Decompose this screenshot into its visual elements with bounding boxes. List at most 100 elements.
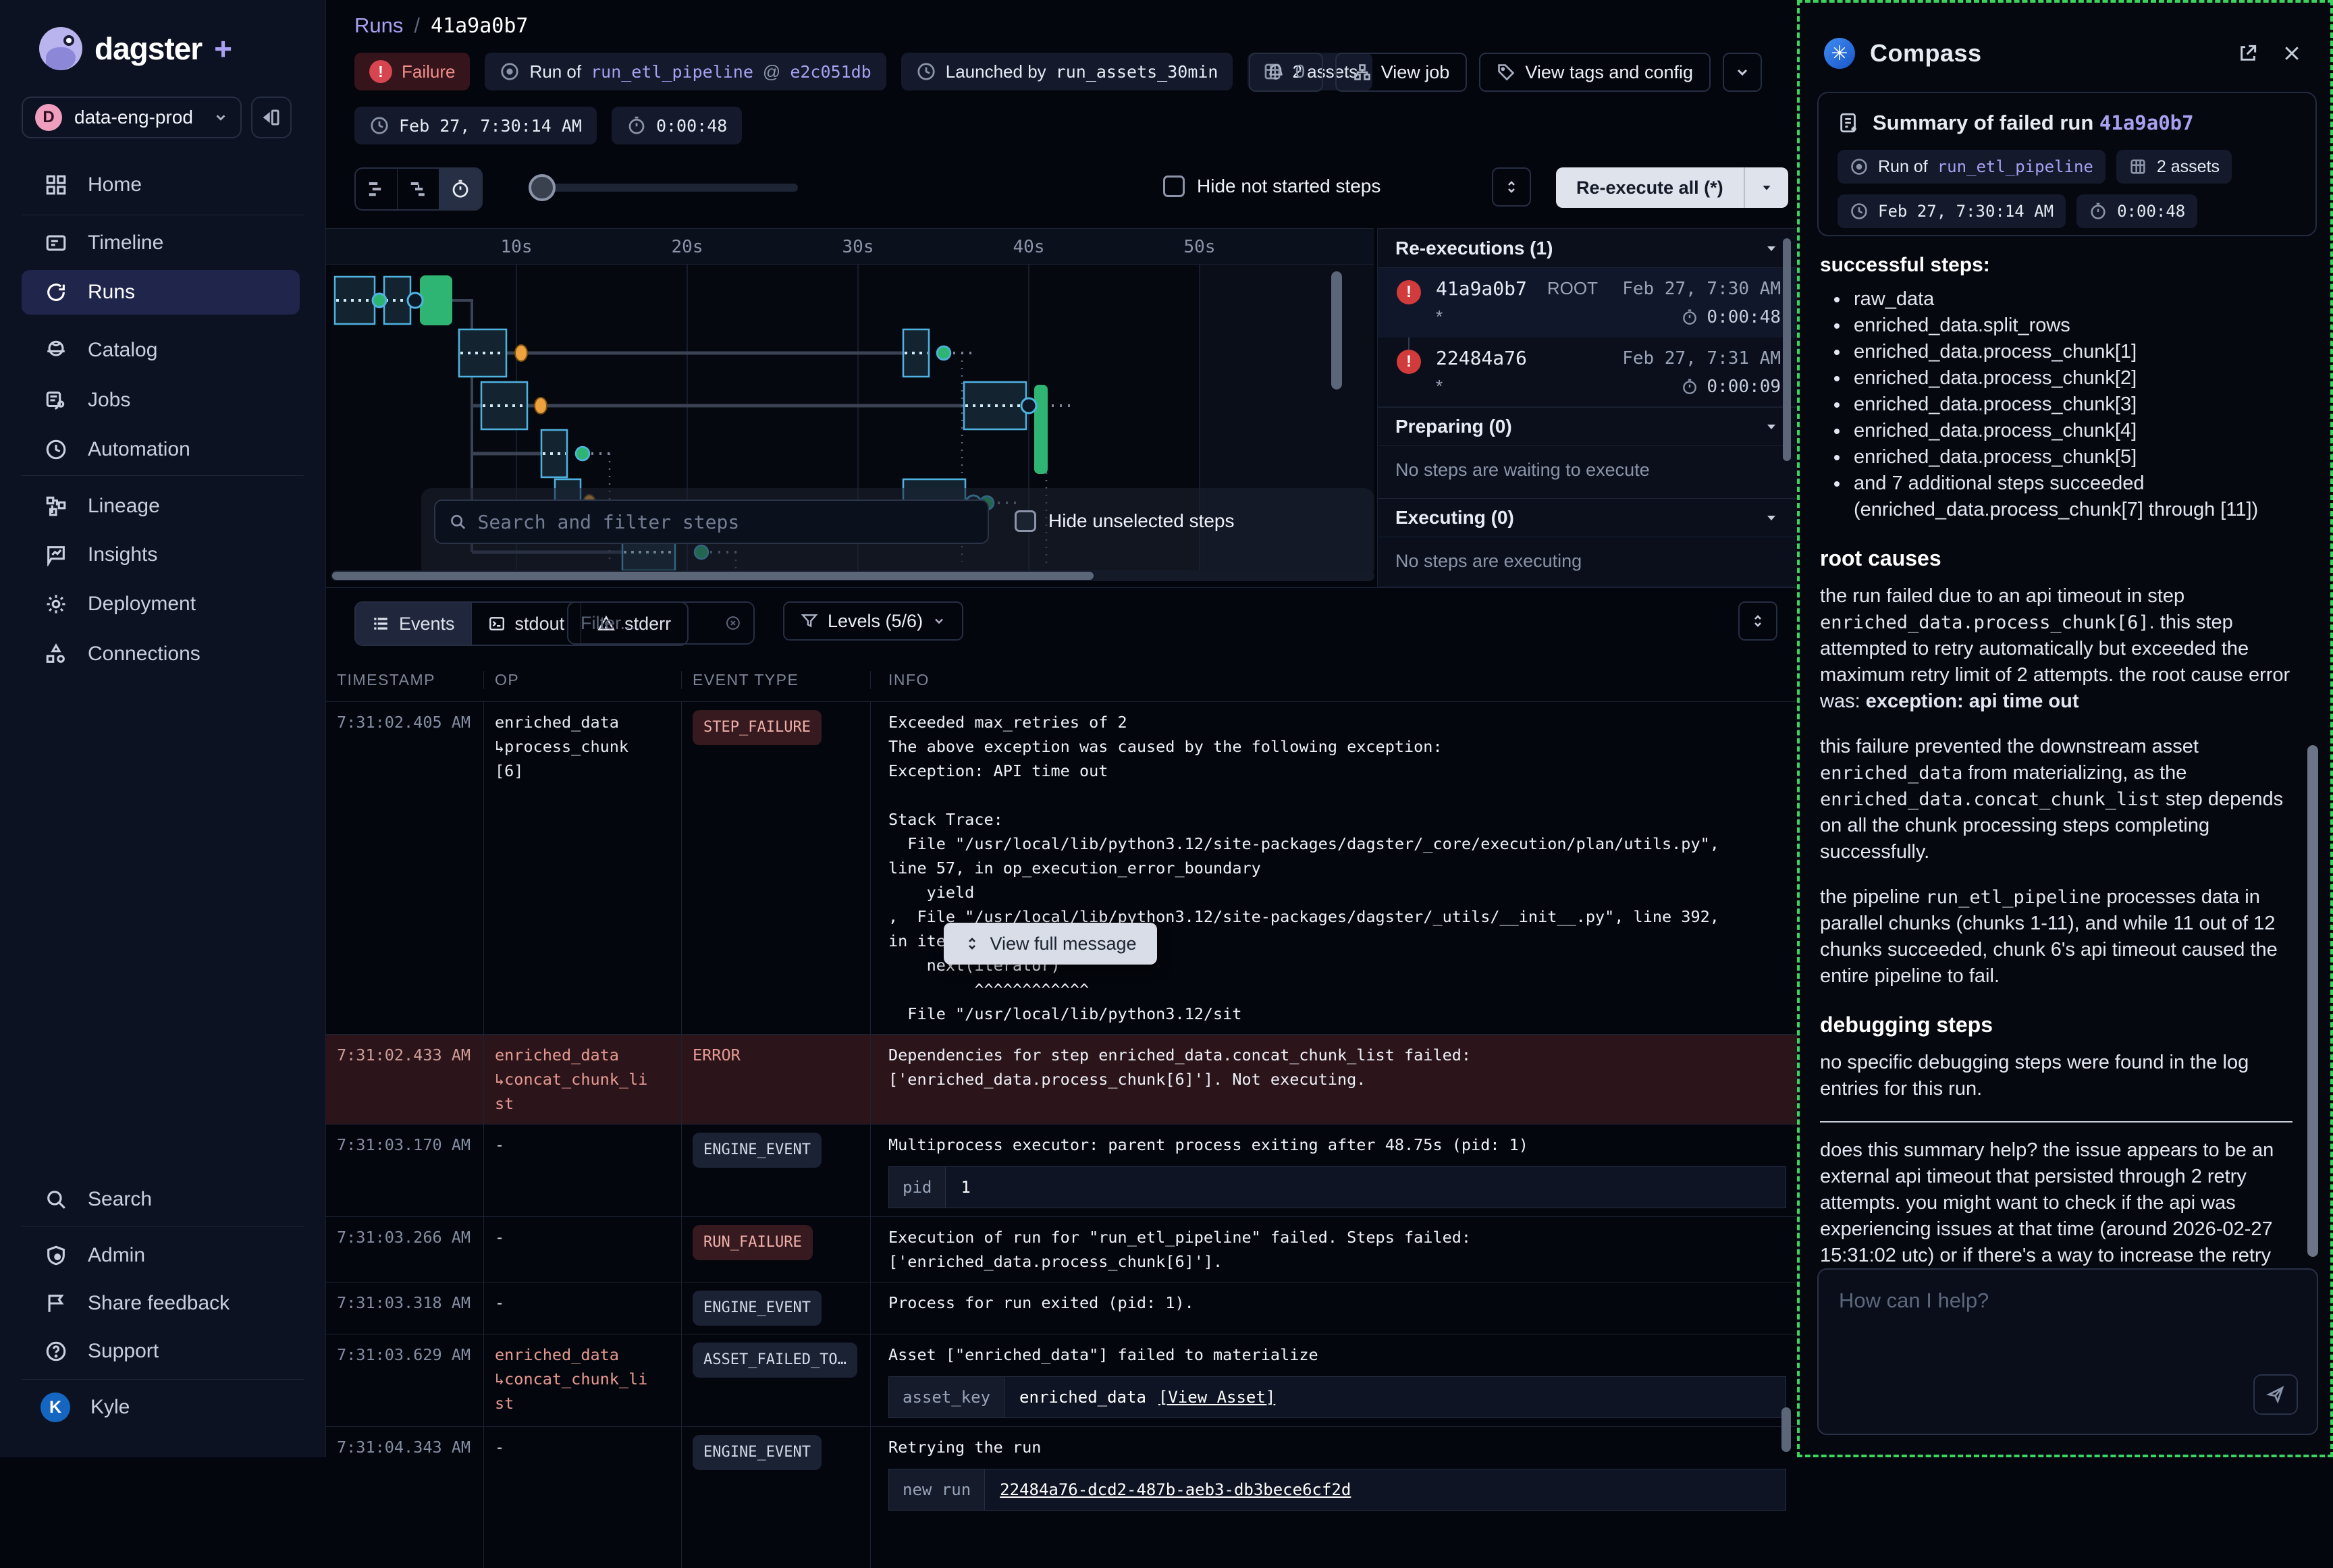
expand-logs-button[interactable] [1738, 601, 1777, 641]
breadcrumb-runs-link[interactable]: Runs [354, 13, 403, 38]
chevron-down-icon [932, 614, 946, 628]
table-row[interactable]: 7:31:03.318 AM - ENGINE_EVENT Process fo… [326, 1282, 1797, 1334]
sidebar-item-home[interactable]: Home [22, 163, 300, 207]
catalog-icon [45, 339, 68, 362]
sidebar-item-connections[interactable]: Connections [22, 632, 300, 676]
search-icon [449, 512, 466, 531]
hide-unselected-checkbox-row[interactable]: Hide unselected steps [1015, 510, 1235, 532]
expand-panel-button[interactable] [1492, 167, 1531, 207]
sidebar-item-jobs[interactable]: Jobs [22, 378, 300, 423]
gantt-vertical-scrollbar[interactable] [1331, 271, 1342, 389]
view-timed-button[interactable] [439, 169, 481, 209]
reexecute-dropdown[interactable] [1744, 167, 1788, 208]
run-id[interactable]: 22484a76 [1436, 347, 1527, 369]
run-times-row: Feb 27, 7:30:14 AM 0:00:48 [354, 107, 742, 144]
sidebar-item-admin[interactable]: Admin [22, 1233, 300, 1278]
sidebar-item-label: Home [88, 173, 142, 196]
reexecutions-section-header[interactable]: Re-executions (1) [1378, 229, 1797, 268]
shield-icon [45, 1244, 68, 1267]
gantt-horizontal-scrollbar[interactable] [331, 570, 1374, 581]
sidebar-item-automation[interactable]: Automation [22, 427, 300, 472]
close-icon[interactable] [2278, 39, 2306, 67]
view-tags-config-button[interactable]: View tags and config [1479, 53, 1711, 92]
log-filter-box[interactable] [567, 601, 755, 645]
table-row[interactable]: 7:31:03.629 AM enriched_data↳concat_chun… [326, 1334, 1797, 1427]
events-scrollbar[interactable] [1781, 1407, 1791, 1452]
sidebar-item-runs[interactable]: Runs [22, 270, 300, 315]
tab-stdout[interactable]: stdout [472, 603, 582, 645]
commit-link[interactable]: e2c051db [790, 62, 871, 82]
run-steps-star: * [1436, 376, 1443, 397]
preparing-section-header[interactable]: Preparing (0) [1378, 407, 1797, 446]
event-type-badge: ENGINE_EVENT [693, 1435, 822, 1470]
sidebar-item-catalog[interactable]: Catalog [22, 328, 300, 373]
scrollbar-handle[interactable] [332, 572, 1094, 580]
step-search-box[interactable] [434, 499, 989, 544]
sidebar-item-insights[interactable]: Insights [22, 533, 300, 577]
sidebar-item-lineage[interactable]: Lineage [22, 484, 300, 529]
alerts-button[interactable]: 0 [1249, 53, 1323, 92]
sidebar-item-label: Search [88, 1188, 152, 1211]
sidebar-item-search[interactable]: Search [22, 1177, 300, 1222]
open-external-icon[interactable] [2233, 38, 2263, 68]
sidebar-item-deployment[interactable]: Deployment [22, 582, 300, 626]
funnel-icon [801, 612, 818, 630]
table-row[interactable]: 7:31:03.266 AM - RUN_FAILURE Execution o… [326, 1217, 1797, 1282]
executing-section-header[interactable]: Executing (0) [1378, 498, 1797, 537]
axis-tick: 20s [672, 237, 703, 257]
sidebar-item-timeline[interactable]: Timeline [22, 221, 300, 265]
zoom-slider-handle[interactable] [529, 174, 556, 201]
sidebar-collapse-button[interactable] [251, 97, 292, 138]
view-full-message-button[interactable]: View full message [944, 923, 1157, 965]
run-duration: 0:00:09 [1707, 377, 1781, 397]
view-flat-button[interactable] [356, 169, 398, 209]
hide-not-started-checkbox-row[interactable]: Hide not started steps [1163, 175, 1380, 197]
root-causes-paragraph: the run failed due to an api timeout in … [1820, 583, 2292, 715]
successful-steps-heading: successful steps: [1820, 254, 2292, 277]
sidebar-item-support[interactable]: Support [22, 1329, 300, 1374]
chat-input[interactable] [1839, 1289, 2257, 1370]
compass-scrollbar[interactable] [2307, 745, 2318, 1257]
reexecution-run-item[interactable]: ! 41a9a0b7 ROOT Feb 27, 7:30 AM * 0:00:4… [1378, 268, 1797, 337]
sidebar-item-user[interactable]: K Kyle [22, 1385, 300, 1430]
zoom-slider-track[interactable] [533, 184, 798, 192]
levels-filter-button[interactable]: Levels (5/6) [783, 601, 963, 641]
insights-icon [45, 543, 68, 566]
hide-not-started-checkbox[interactable] [1163, 175, 1185, 197]
clear-filter-icon[interactable] [725, 614, 741, 632]
org-selector[interactable]: D data-eng-prod [22, 97, 242, 138]
reexecute-all-label[interactable]: Re-execute all (*) [1556, 167, 1744, 208]
step-search-input[interactable] [477, 511, 974, 533]
table-row[interactable]: 7:31:03.170 AM - ENGINE_EVENT Multiproce… [326, 1125, 1797, 1217]
flat-list-icon [367, 179, 387, 199]
breadcrumb-run-id: 41a9a0b7 [431, 14, 529, 38]
sidebar-item-label: Jobs [88, 389, 130, 412]
event-type-badge: RUN_FAILURE [693, 1225, 813, 1260]
view-asset-link[interactable]: [View Asset] [1158, 1385, 1275, 1409]
sidebar-item-label: Admin [88, 1244, 145, 1267]
view-job-button[interactable]: View job [1335, 53, 1468, 92]
reexecute-all-split-button[interactable]: Re-execute all (*) [1556, 167, 1788, 208]
run-id[interactable]: 41a9a0b7 [1436, 277, 1527, 300]
event-type-badge: STEP_FAILURE [693, 710, 822, 745]
log-filter-input[interactable] [581, 613, 717, 634]
tab-events[interactable]: Events [356, 603, 472, 645]
hide-unselected-checkbox[interactable] [1015, 510, 1036, 532]
message-divider [1820, 1121, 2292, 1123]
pipeline-link[interactable]: run_etl_pipeline [591, 62, 753, 82]
table-row[interactable]: 7:31:02.405 AM enriched_data↳process_chu… [326, 702, 1797, 1035]
reexecutions-scrollbar[interactable] [1783, 238, 1791, 461]
view-waterfall-button[interactable] [398, 169, 439, 209]
sidebar-item-label: Lineage [88, 495, 160, 518]
org-name: data-eng-prod [74, 107, 201, 128]
table-row[interactable]: 7:31:04.343 AM - ENGINE_EVENT Retrying t… [326, 1427, 1797, 1568]
reexecution-run-item[interactable]: ! 22484a76 Feb 27, 7:31 AM * 0:00:09 [1378, 337, 1797, 407]
new-run-link[interactable]: 22484a76-dcd2-487b-aeb3-db3bece6cf2d [1000, 1478, 1351, 1502]
send-button[interactable] [2253, 1374, 2298, 1415]
table-row-highlighted[interactable]: 7:31:02.433 AM enriched_data↳concat_chun… [326, 1035, 1797, 1125]
compass-chat-box [1817, 1268, 2318, 1435]
more-actions-button[interactable] [1723, 53, 1762, 92]
sidebar-item-share-feedback[interactable]: Share feedback [22, 1281, 300, 1326]
pipeline-link[interactable]: run_etl_pipeline [1937, 157, 2093, 176]
stopwatch-icon [450, 179, 471, 199]
